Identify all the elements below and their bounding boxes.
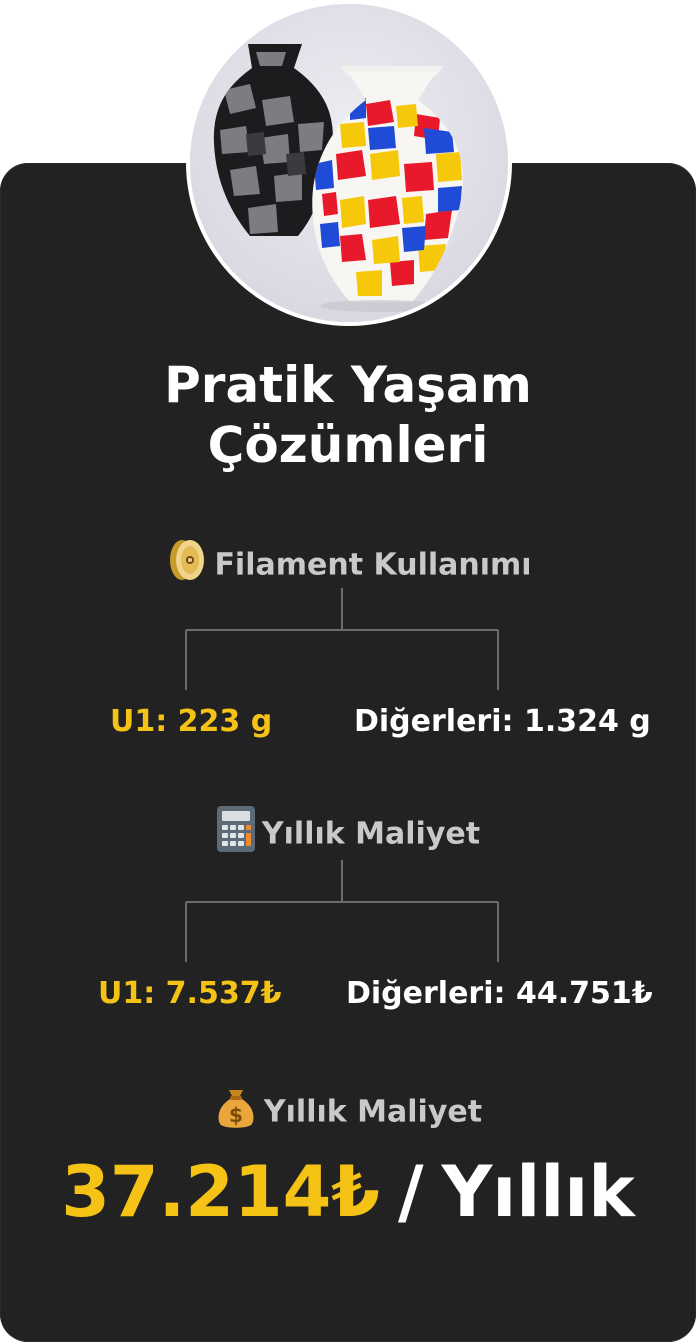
- filament-heading: Filament Kullanımı: [0, 538, 696, 593]
- money-bag-icon: $: [214, 1084, 258, 1141]
- savings-total: 37.214₺ / Yıllık: [0, 1150, 696, 1234]
- yearly-cost-u1-value: U1: 7.537₺: [98, 976, 282, 1011]
- title-line-2: Çözümleri: [207, 416, 489, 474]
- savings-separator: /: [398, 1151, 424, 1233]
- yearly-cost-heading: Yıllık Maliyet: [0, 805, 696, 864]
- savings-heading: $ Yıllık Maliyet: [0, 1084, 696, 1141]
- title-line-1: Pratik Yaşam: [164, 356, 532, 414]
- filament-others-value: Diğerleri: 1.324 g: [354, 704, 651, 739]
- filament-heading-label: Filament Kullanımı: [214, 547, 532, 583]
- svg-text:$: $: [229, 1103, 243, 1127]
- filament-u1-value: U1: 223 g: [110, 704, 273, 739]
- yearly-cost-tree-lines: [185, 860, 499, 962]
- filament-tree-lines: [185, 588, 499, 690]
- vase-image: [190, 4, 508, 322]
- yearly-cost-others-value: Diğerleri: 44.751₺: [346, 976, 653, 1011]
- filament-spool-icon: [164, 538, 208, 593]
- savings-heading-label: Yıllık Maliyet: [263, 1094, 483, 1130]
- savings-amount: 37.214₺: [61, 1151, 381, 1233]
- savings-period: Yıllık: [441, 1151, 635, 1233]
- page-title: Pratik Yaşam Çözümleri: [0, 355, 696, 475]
- yearly-cost-heading-label: Yıllık Maliyet: [261, 816, 481, 852]
- calculator-icon: [216, 805, 256, 864]
